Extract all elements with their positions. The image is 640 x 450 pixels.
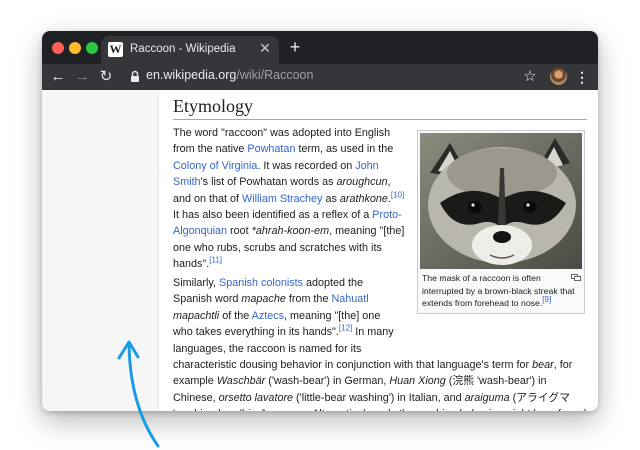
citation-9[interactable]: [9] bbox=[542, 295, 551, 304]
link-spanish-colonists[interactable]: Spanish colonists bbox=[219, 277, 303, 289]
caption-text: The mask of a raccoon is often interrupt… bbox=[422, 273, 575, 309]
citation-12[interactable]: [12] bbox=[339, 324, 352, 333]
italic-text: Huan Xiong bbox=[389, 375, 446, 388]
close-window-button[interactable] bbox=[52, 42, 64, 54]
citation-10[interactable]: [10] bbox=[391, 190, 404, 199]
wikipedia-favicon-icon: W bbox=[108, 42, 123, 57]
reload-icon[interactable]: ↻ bbox=[96, 67, 116, 87]
link-aztecs[interactable]: Aztecs bbox=[252, 310, 284, 322]
article-content: Etymology The word "raccoon" was adopted… bbox=[159, 90, 598, 411]
text: as bbox=[322, 192, 340, 205]
text: term, as used in the bbox=[295, 143, 394, 156]
lock-icon bbox=[131, 70, 139, 82]
link-colony-of-virginia[interactable]: Colony of Virginia bbox=[173, 160, 257, 172]
tab-raccoon[interactable]: W Raccoon - Wikipedia ✕ bbox=[101, 36, 279, 64]
italic-text: mapachtli bbox=[173, 309, 220, 322]
star-icon[interactable]: ☆ bbox=[520, 67, 540, 87]
close-icon[interactable]: ✕ bbox=[257, 40, 273, 56]
figure-caption: The mask of a raccoon is often interrupt… bbox=[420, 272, 582, 310]
citation-11[interactable]: [11] bbox=[209, 256, 222, 265]
link-william-strachey[interactable]: William Strachey bbox=[242, 193, 322, 205]
text: ('little-bear washing') in Italian, and bbox=[293, 391, 465, 404]
text: root bbox=[227, 225, 252, 238]
italic-text: bear bbox=[532, 359, 554, 372]
italic-text: araiguma bbox=[464, 391, 510, 404]
forward-icon[interactable]: → bbox=[72, 67, 92, 87]
toolbar: ← → ↻ en.wikipedia.org/wiki/Raccoon ☆ ⋮ bbox=[42, 64, 598, 90]
text: of the bbox=[219, 309, 252, 322]
menu-icon[interactable]: ⋮ bbox=[575, 67, 589, 87]
enlarge-icon[interactable] bbox=[571, 274, 581, 281]
raccoon-figure: The mask of a raccoon is often interrupt… bbox=[417, 130, 585, 314]
text: ('wash-bear') in German, bbox=[265, 375, 390, 388]
tab-title: Raccoon - Wikipedia bbox=[130, 43, 236, 55]
link-nahuatl[interactable]: Nahuatl bbox=[331, 293, 368, 305]
italic-text: mapache bbox=[241, 293, 286, 306]
paragraph-1: The word "raccoon" was adopted into Engl… bbox=[173, 125, 405, 273]
italic-text: aroughcun bbox=[336, 176, 388, 189]
raccoon-photo-illustration bbox=[420, 133, 582, 269]
italic-text: Waschbär bbox=[216, 375, 266, 388]
url-domain: en.wikipedia.org bbox=[146, 68, 237, 82]
section-heading: Etymology bbox=[173, 96, 587, 120]
italic-text: *ahrah-koon-em bbox=[251, 225, 330, 238]
text: . It was recorded on bbox=[257, 159, 356, 172]
avatar[interactable] bbox=[550, 68, 567, 85]
text: It has also been identified as a reflex … bbox=[173, 209, 373, 222]
arrow-up-icon bbox=[117, 340, 160, 448]
italic-text: arathkone bbox=[339, 192, 388, 205]
tab-bar: W Raccoon - Wikipedia ✕ + bbox=[42, 31, 598, 64]
back-icon[interactable]: ← bbox=[48, 67, 68, 87]
minimize-window-button[interactable] bbox=[69, 42, 81, 54]
maximize-window-button[interactable] bbox=[86, 42, 98, 54]
link-powhatan[interactable]: Powhatan bbox=[247, 143, 295, 155]
text: from the bbox=[285, 293, 332, 306]
address-bar[interactable]: en.wikipedia.org/wiki/Raccoon bbox=[146, 68, 313, 82]
url-path: /wiki/Raccoon bbox=[236, 68, 314, 82]
plus-icon[interactable]: + bbox=[286, 38, 304, 56]
raccoon-image[interactable] bbox=[420, 133, 582, 269]
text: Similarly, bbox=[173, 277, 219, 289]
text: 's list of Powhatan words as bbox=[200, 176, 337, 189]
italic-text: orsetto lavatore bbox=[218, 391, 294, 404]
